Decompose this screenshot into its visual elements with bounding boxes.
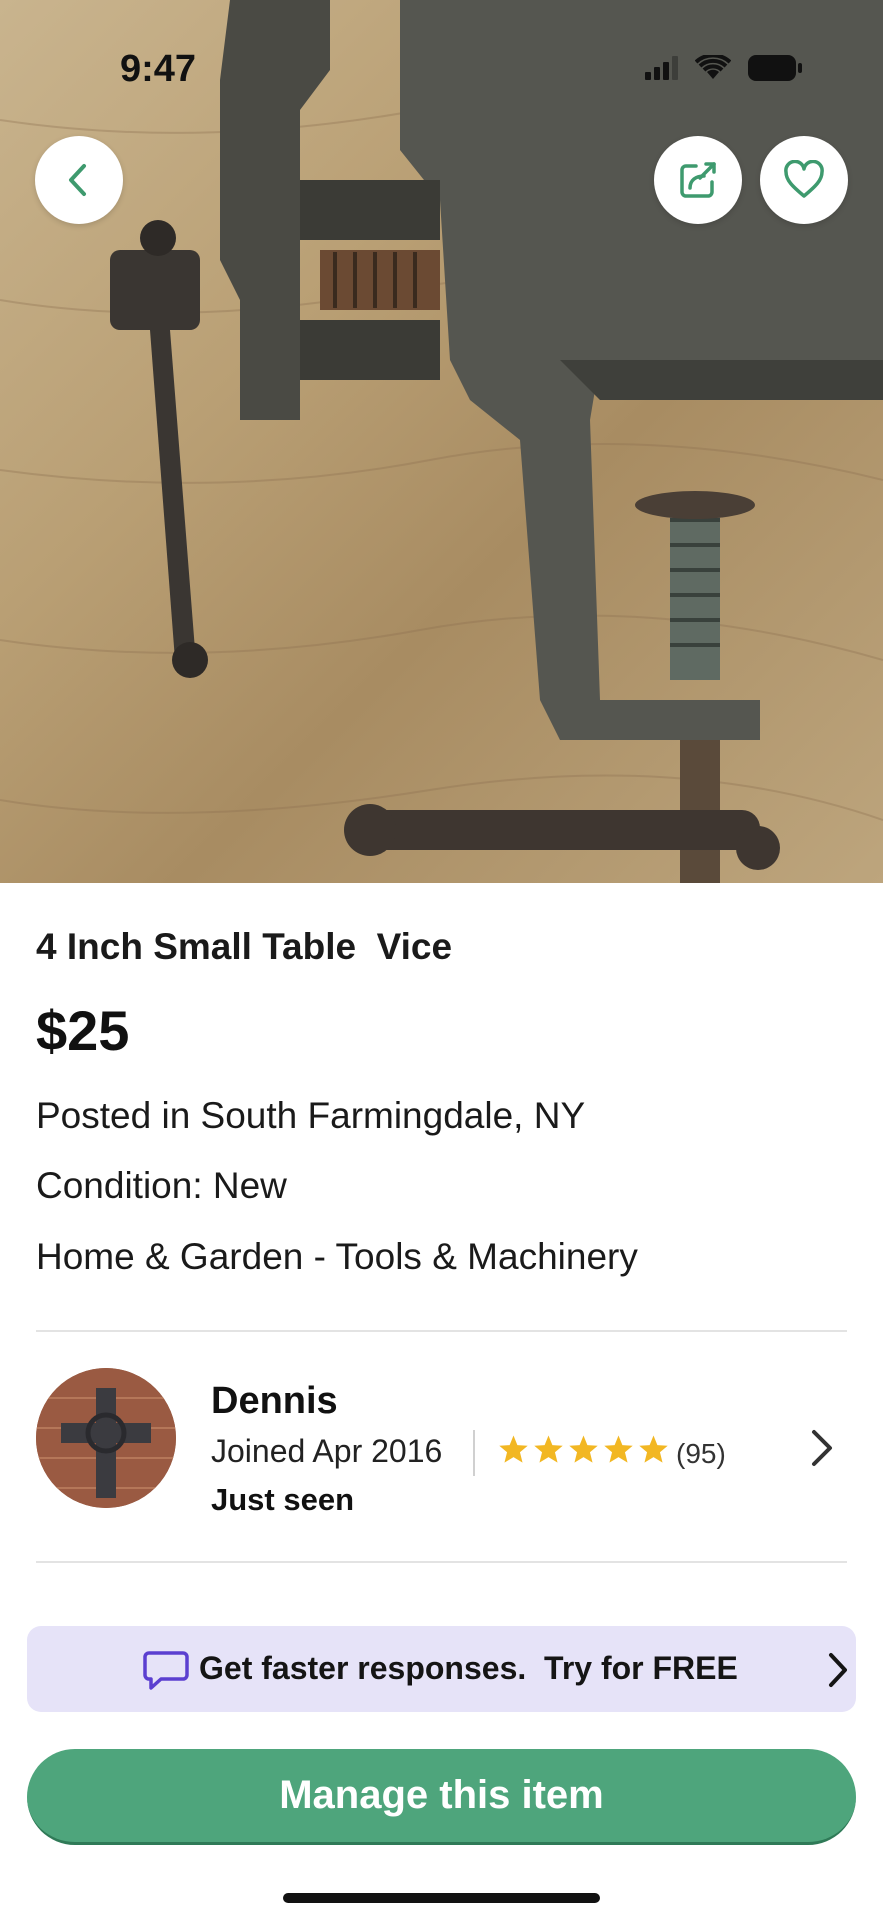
listing-price: $25 <box>36 999 130 1062</box>
avatar-image <box>36 1368 176 1508</box>
share-button[interactable] <box>654 136 742 224</box>
divider <box>36 1561 847 1563</box>
seller-last-seen: Just seen <box>211 1482 355 1517</box>
seller-name: Dennis <box>211 1380 338 1422</box>
divider <box>36 1330 847 1332</box>
chevron-left-icon <box>69 164 86 196</box>
star-icon <box>569 1435 598 1463</box>
listing-photo[interactable]: 9:47 <box>0 0 883 883</box>
listing-title: 4 Inch Small Table Vice <box>36 926 453 967</box>
status-bar: 9:47 <box>0 0 883 140</box>
separator <box>473 1430 475 1476</box>
star-icon <box>499 1435 528 1463</box>
status-icons <box>645 54 803 82</box>
cellular-signal-icon <box>645 56 678 80</box>
status-time: 9:47 <box>120 48 197 90</box>
listing-location: Posted in South Farmingdale, NY <box>36 1095 586 1136</box>
chevron-right-icon <box>829 1653 847 1687</box>
share-icon <box>680 162 716 198</box>
wifi-icon <box>695 55 731 79</box>
home-indicator <box>283 1893 600 1903</box>
seller-avatar <box>36 1368 176 1508</box>
manage-item-button[interactable]: Manage this item <box>27 1749 856 1845</box>
star-icon <box>534 1435 563 1463</box>
seller-card[interactable]: Dennis Joined Apr 2016 (95) Just seen <box>0 1360 883 1540</box>
chat-bubble-icon <box>143 1651 189 1690</box>
heart-outline-icon <box>784 160 824 198</box>
star-icon <box>639 1435 668 1463</box>
favorite-button[interactable] <box>760 136 848 224</box>
listing-condition: Condition: New <box>36 1165 287 1206</box>
promo-text: Get faster responses. Try for FREE <box>199 1650 738 1686</box>
faster-responses-banner[interactable]: Get faster responses. Try for FREE <box>27 1626 856 1712</box>
seller-rating-stars <box>498 1434 669 1464</box>
battery-icon <box>748 55 802 81</box>
seller-joined-date: Joined Apr 2016 <box>211 1433 443 1469</box>
seller-rating-count: (95) <box>676 1438 726 1469</box>
star-icon <box>604 1435 633 1463</box>
chevron-right-icon <box>812 1430 832 1466</box>
back-button[interactable] <box>35 136 123 224</box>
listing-category[interactable]: Home & Garden - Tools & Machinery <box>36 1236 638 1278</box>
